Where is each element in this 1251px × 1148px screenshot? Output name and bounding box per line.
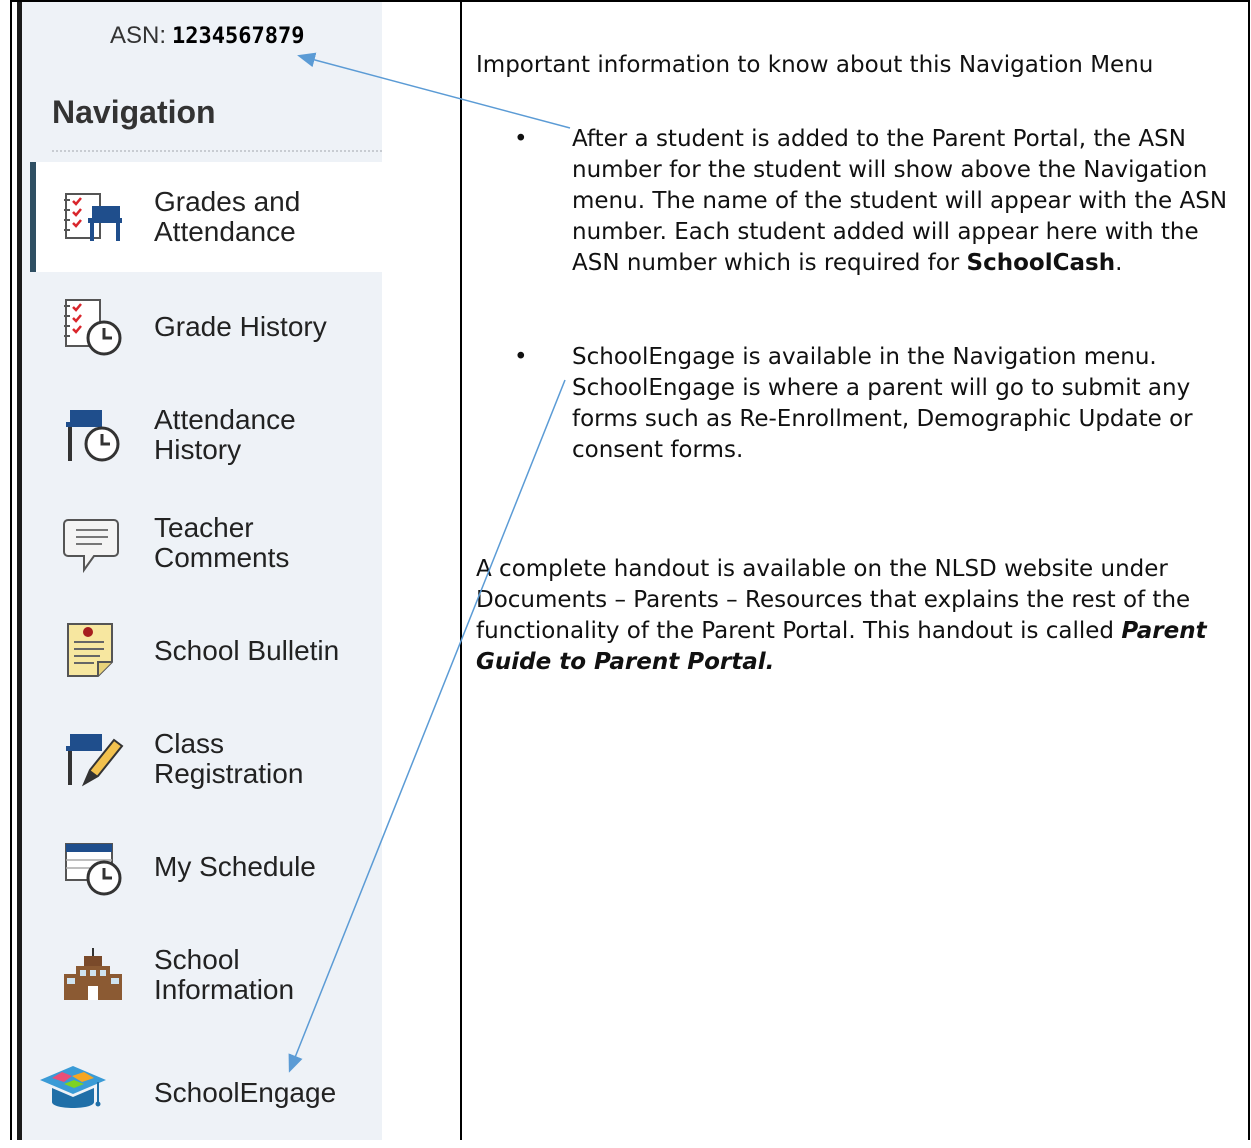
nav-item-label: My Schedule	[154, 851, 316, 882]
table-column-divider	[460, 0, 462, 1140]
nav-item-school-information[interactable]: School Information	[30, 920, 382, 1030]
nav-item-label: School Bulletin	[154, 635, 340, 666]
nav-item-grades-attendance[interactable]: Grades and Attendance	[30, 162, 382, 272]
grades-attendance-icon	[62, 186, 124, 248]
bullet-marker: •	[514, 126, 528, 152]
comment-icon	[62, 512, 124, 574]
attendance-history-icon	[62, 404, 124, 466]
nav-item-my-schedule[interactable]: My Schedule	[30, 812, 382, 922]
handout-paragraph: A complete handout is available on the N…	[476, 556, 1207, 675]
nav-item-class-registration[interactable]: Class Registration	[30, 704, 382, 814]
bulletin-icon	[62, 620, 124, 682]
nav-item-grade-history[interactable]: Grade History	[30, 272, 382, 382]
bullet-asn: • After a student is added to the Parent…	[514, 126, 1228, 276]
nav-item-label: Class Registration	[154, 728, 304, 789]
intro-heading: Important information to know about this…	[476, 52, 1154, 78]
nav-item-label: Grade History	[154, 311, 327, 342]
graduation-cap-icon	[38, 1058, 106, 1120]
asn-number: 1234567879	[172, 24, 305, 49]
nav-item-schoolengage[interactable]: SchoolEngage	[30, 1038, 382, 1148]
nav-item-school-bulletin[interactable]: School Bulletin	[30, 596, 382, 706]
nav-item-label: School Information	[154, 944, 295, 1005]
nav-item-label: Attendance History	[154, 404, 296, 465]
grade-history-icon	[62, 296, 124, 358]
nav-item-attendance-history[interactable]: Attendance History	[30, 380, 382, 490]
asn-label: ASN:	[110, 22, 167, 49]
table-left-border	[10, 0, 12, 1140]
schedule-icon	[62, 836, 124, 898]
asn-display: ASN: 1234567879	[110, 22, 304, 50]
navigation-title: Navigation	[52, 94, 216, 130]
bullet-schoolengage: • SchoolEngage is available in the Navig…	[514, 344, 1193, 463]
nav-item-teacher-comments[interactable]: Teacher Comments	[30, 488, 382, 598]
nav-item-label: Teacher Comments	[154, 512, 290, 573]
nav-item-label: Grades and Attendance	[154, 186, 301, 247]
bullet-marker: •	[514, 344, 528, 370]
school-building-icon	[62, 944, 124, 1006]
schoolcash-term: SchoolCash	[966, 250, 1116, 276]
nav-item-label: SchoolEngage	[154, 1077, 337, 1108]
class-registration-icon	[62, 728, 124, 790]
navigation-divider	[52, 150, 382, 152]
